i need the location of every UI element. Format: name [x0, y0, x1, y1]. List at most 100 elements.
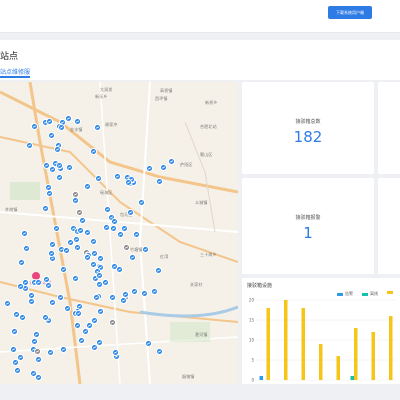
site-marker-icon[interactable] [96, 339, 103, 346]
map-view[interactable]: 逍遥津公园 大润发高桥镇新乐乡西坪镇新桥乡谢家冲合肥北站金丰镇蜀山区庐阳区瑶海区… [0, 82, 238, 384]
site-marker-icon[interactable] [129, 254, 136, 261]
site-marker-icon[interactable] [109, 319, 116, 326]
site-marker-icon[interactable] [28, 292, 35, 299]
site-marker-icon[interactable] [42, 314, 49, 321]
site-marker-icon[interactable] [75, 310, 82, 317]
site-marker-icon[interactable] [103, 224, 110, 231]
bar[interactable] [350, 376, 355, 380]
site-marker-icon[interactable] [56, 162, 63, 169]
site-marker-icon[interactable] [142, 246, 149, 253]
site-marker-icon[interactable] [131, 288, 138, 295]
site-marker-icon[interactable] [109, 294, 116, 301]
bar[interactable] [266, 308, 271, 380]
site-marker-icon[interactable] [112, 349, 119, 356]
site-marker-icon[interactable] [93, 294, 100, 301]
site-marker-icon[interactable] [96, 272, 103, 279]
site-marker-icon[interactable] [14, 367, 21, 374]
site-marker-icon[interactable] [120, 297, 127, 304]
site-marker-icon[interactable] [63, 247, 70, 254]
site-marker-icon[interactable] [146, 165, 153, 172]
tab-active[interactable]: 站点维修服务平台 [0, 67, 30, 76]
site-marker-icon[interactable] [34, 348, 41, 355]
bar[interactable] [336, 356, 341, 380]
site-marker-icon[interactable] [125, 179, 132, 186]
bar[interactable] [371, 332, 376, 380]
site-marker-icon[interactable] [90, 238, 97, 245]
site-marker-icon[interactable] [19, 314, 26, 321]
site-marker-icon[interactable] [84, 254, 91, 261]
site-marker-icon[interactable] [151, 288, 158, 295]
site-marker-icon[interactable] [72, 197, 79, 204]
site-marker-icon[interactable] [110, 225, 117, 232]
site-marker-icon[interactable] [102, 279, 109, 286]
site-marker-icon[interactable] [18, 259, 25, 266]
site-marker-icon[interactable] [95, 175, 102, 182]
site-marker-icon[interactable] [94, 124, 101, 131]
site-marker-icon[interactable] [66, 164, 73, 171]
site-marker-icon[interactable] [96, 281, 103, 288]
site-marker-icon[interactable] [97, 255, 104, 262]
site-marker-icon[interactable] [11, 328, 18, 335]
site-marker-icon[interactable] [47, 349, 54, 356]
site-marker-icon[interactable] [74, 322, 81, 329]
site-marker-icon[interactable] [17, 283, 24, 290]
site-marker-icon[interactable] [64, 305, 71, 312]
site-marker-icon[interactable] [45, 282, 52, 289]
bar[interactable] [389, 316, 393, 380]
site-marker-icon[interactable] [65, 115, 72, 122]
bar[interactable] [284, 300, 288, 380]
site-marker-icon[interactable] [60, 266, 67, 273]
site-marker-icon[interactable] [54, 146, 61, 153]
site-marker-icon[interactable] [84, 229, 91, 236]
site-marker-icon[interactable] [86, 322, 93, 329]
site-marker-icon[interactable] [116, 266, 123, 273]
site-marker-icon[interactable] [168, 158, 175, 165]
site-marker-icon[interactable] [31, 338, 38, 345]
site-marker-icon[interactable] [35, 356, 42, 363]
site-marker-icon[interactable] [10, 346, 17, 353]
site-marker-icon[interactable] [56, 174, 63, 181]
site-marker-icon[interactable] [82, 328, 89, 335]
site-marker-icon[interactable] [49, 166, 56, 173]
site-marker-icon[interactable] [46, 190, 53, 197]
site-marker-icon[interactable] [160, 164, 167, 171]
bar[interactable] [259, 376, 264, 380]
site-marker-icon[interactable] [30, 370, 37, 377]
site-marker-icon[interactable] [31, 123, 38, 130]
site-marker-icon[interactable] [74, 118, 81, 125]
site-marker-icon[interactable] [21, 230, 28, 237]
site-marker-icon[interactable] [78, 337, 85, 344]
site-marker-icon[interactable] [43, 276, 50, 283]
site-marker-icon[interactable] [49, 299, 56, 306]
site-marker-icon[interactable] [121, 225, 128, 232]
site-marker-icon[interactable] [26, 142, 33, 149]
site-marker-icon[interactable] [72, 191, 79, 198]
site-marker-icon[interactable] [74, 244, 81, 251]
site-marker-icon[interactable] [72, 275, 79, 282]
site-marker-icon[interactable] [114, 173, 121, 180]
site-marker-icon[interactable] [111, 218, 118, 225]
site-marker-icon[interactable] [12, 359, 19, 366]
site-marker-icon[interactable] [57, 294, 64, 301]
site-marker-icon[interactable] [117, 231, 124, 238]
site-marker-icon[interactable] [60, 346, 67, 353]
site-marker-icon[interactable] [90, 148, 97, 155]
site-marker-icon[interactable] [46, 118, 53, 125]
site-marker-icon[interactable] [33, 331, 40, 338]
site-marker-icon[interactable] [97, 308, 104, 315]
bar[interactable] [354, 328, 358, 380]
site-marker-icon[interactable] [79, 217, 86, 224]
site-marker-icon[interactable] [141, 290, 148, 297]
site-marker-icon[interactable] [48, 132, 55, 139]
site-marker-icon[interactable] [91, 250, 98, 257]
bar[interactable] [319, 344, 323, 380]
site-marker-icon[interactable] [90, 261, 97, 268]
site-marker-icon[interactable] [42, 205, 49, 212]
site-marker-icon[interactable] [28, 298, 35, 305]
site-marker-icon[interactable] [104, 206, 111, 213]
site-marker-icon[interactable] [156, 348, 163, 355]
site-marker-icon[interactable] [76, 209, 83, 216]
bar[interactable] [301, 308, 306, 380]
site-marker-icon[interactable] [155, 267, 162, 274]
site-marker-icon[interactable] [48, 250, 55, 257]
